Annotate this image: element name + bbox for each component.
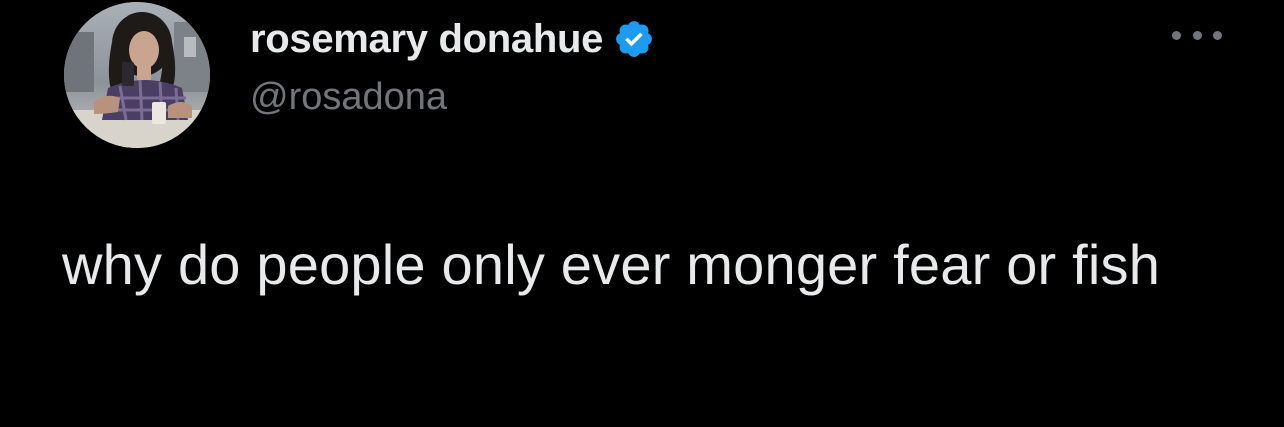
user-handle[interactable]: @rosadona xyxy=(250,76,447,119)
more-dot xyxy=(1192,30,1202,40)
avatar-image xyxy=(64,2,210,148)
avatar[interactable] xyxy=(64,2,210,148)
more-options-icon[interactable] xyxy=(1172,22,1222,48)
tweet-text: why do people only ever monger fear or f… xyxy=(62,233,1161,296)
tweet-card: rosemary donahue @rosadona why do people… xyxy=(0,0,1284,427)
name-row: rosemary donahue xyxy=(250,14,655,64)
more-dot xyxy=(1172,30,1181,40)
verified-badge-icon xyxy=(613,18,655,60)
display-name[interactable]: rosemary donahue xyxy=(250,17,603,62)
more-dot xyxy=(1213,30,1222,40)
